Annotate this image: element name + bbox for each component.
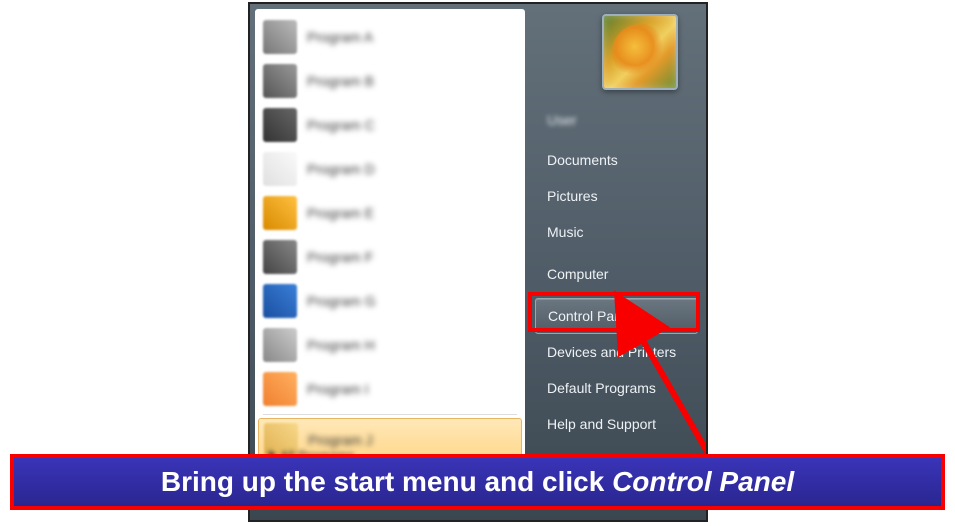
program-item[interactable]: Program B xyxy=(255,59,525,103)
program-icon xyxy=(263,152,297,186)
right-item-label: Music xyxy=(547,224,584,240)
right-item-label: Documents xyxy=(547,152,618,168)
right-item-default-programs[interactable]: Default Programs xyxy=(535,370,698,406)
program-label: Program I xyxy=(307,381,368,397)
right-item-control-panel[interactable]: Control Panel xyxy=(535,298,698,334)
program-label: Program F xyxy=(307,249,373,265)
right-item-label: Help and Support xyxy=(547,416,656,432)
program-item[interactable]: Program F xyxy=(255,235,525,279)
program-item[interactable]: Program G xyxy=(255,279,525,323)
user-avatar[interactable] xyxy=(602,14,678,90)
program-label: Program G xyxy=(307,293,375,309)
program-icon xyxy=(263,328,297,362)
program-label: Program E xyxy=(307,205,374,221)
right-panel-list: User Documents Pictures Music Computer Contr… xyxy=(535,102,698,442)
program-icon xyxy=(263,64,297,98)
right-item-pictures[interactable]: Pictures xyxy=(535,178,698,214)
start-menu-window: Program A Program B Program C Program D Prog… xyxy=(248,2,708,522)
right-item-music[interactable]: Music xyxy=(535,214,698,250)
program-icon xyxy=(263,196,297,230)
program-item[interactable]: Program C xyxy=(255,103,525,147)
right-item-label: Devices and Printers xyxy=(547,344,676,360)
user-name-label: User xyxy=(547,112,577,128)
right-item-help-and-support[interactable]: Help and Support xyxy=(535,406,698,442)
program-icon xyxy=(263,20,297,54)
program-item[interactable]: Program E xyxy=(255,191,525,235)
instruction-caption: Bring up the start menu and click Contro… xyxy=(10,454,945,510)
program-label: Program D xyxy=(307,161,375,177)
program-icon xyxy=(263,108,297,142)
right-item-devices-and-printers[interactable]: Devices and Printers xyxy=(535,334,698,370)
program-label: Program B xyxy=(307,73,374,89)
program-item[interactable]: Program H xyxy=(255,323,525,367)
right-item-user[interactable]: User xyxy=(535,102,698,138)
program-label: Program A xyxy=(307,29,373,45)
right-item-label: Computer xyxy=(547,266,608,282)
right-item-computer[interactable]: Computer xyxy=(535,256,698,292)
program-item[interactable]: Program A xyxy=(255,15,525,59)
right-item-documents[interactable]: Documents xyxy=(535,142,698,178)
program-label: Program C xyxy=(307,117,375,133)
right-item-label: Default Programs xyxy=(547,380,656,396)
right-item-label: Control Panel xyxy=(548,308,633,324)
program-icon xyxy=(263,284,297,318)
caption-emphasis: Control Panel xyxy=(612,466,794,497)
separator xyxy=(263,414,517,415)
right-item-label: Pictures xyxy=(547,188,598,204)
program-icon xyxy=(263,240,297,274)
programs-panel: Program A Program B Program C Program D Prog… xyxy=(255,9,525,469)
program-item[interactable]: Program D xyxy=(255,147,525,191)
caption-text: Bring up the start menu and click xyxy=(161,466,612,497)
program-icon xyxy=(263,372,297,406)
program-item[interactable]: Program I xyxy=(255,367,525,411)
program-label: Program H xyxy=(307,337,375,353)
programs-list: Program A Program B Program C Program D Prog… xyxy=(255,9,525,462)
